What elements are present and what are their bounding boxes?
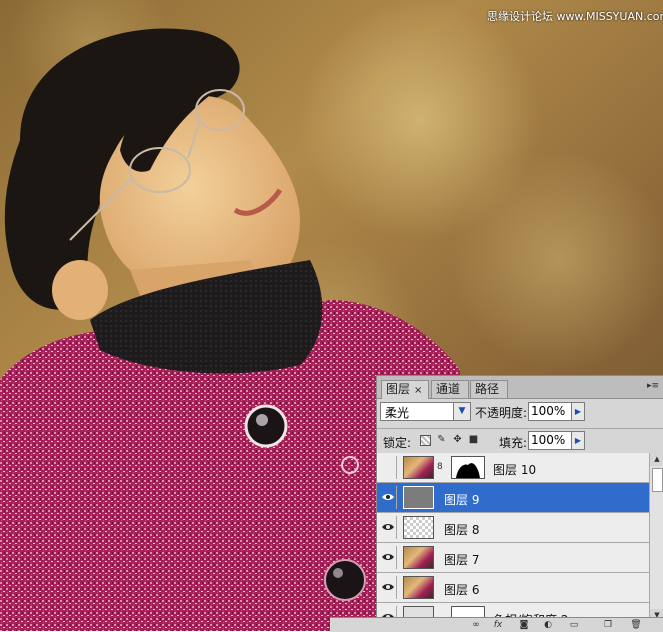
lock-transparent-icon[interactable]	[420, 435, 431, 446]
blend-row: 柔光 ▼ 不透明度: 100% ▶	[377, 400, 663, 426]
lock-icon[interactable]: ■	[468, 434, 479, 445]
visibility-toggle[interactable]	[379, 546, 397, 569]
eye-icon	[382, 554, 394, 560]
lock-label: 锁定:	[383, 436, 412, 450]
watermark: 思缘设计论坛 www.MISSYUAN.com	[487, 10, 663, 23]
layer-row[interactable]: 图层 9	[377, 483, 649, 513]
layer-name: 图层 8	[444, 523, 480, 537]
scrollbar-thumb[interactable]	[652, 468, 663, 492]
visibility-toggle[interactable]	[379, 576, 397, 599]
chain-link-icon: 8	[437, 462, 443, 472]
mask-icon[interactable]: ◙	[518, 619, 530, 631]
tab-paths[interactable]: 路径	[470, 380, 508, 398]
tab-layers-label: 图层	[386, 382, 411, 396]
folder-icon[interactable]: ▭	[568, 619, 580, 631]
tab-channels[interactable]: 通道	[431, 380, 469, 398]
layer-thumbnail	[403, 546, 434, 569]
opacity-input[interactable]: 100%	[528, 402, 572, 421]
fill-input[interactable]: 100%	[528, 431, 572, 450]
close-icon[interactable]: ×	[414, 385, 422, 396]
layer-row[interactable]: 图层 6	[377, 573, 649, 603]
lock-row: 锁定: ✎ ✥ ■ 填充: 100% ▶	[377, 428, 663, 454]
layer-row[interactable]: 8 图层 10	[377, 453, 649, 483]
tab-paths-label: 路径	[475, 382, 500, 396]
tab-layers[interactable]: 图层 ×	[381, 380, 429, 399]
layer-name: 图层 7	[444, 553, 480, 567]
layers-bottom-toolbar: ∞ fx ◙ ◐ ▭ ❐ 🗑	[330, 617, 663, 632]
eye-icon	[382, 524, 394, 530]
opacity-slider-arrow-icon[interactable]: ▶	[571, 402, 585, 421]
layer-list: 8 图层 10 图层 9 图层 8 图层 7 图层 6	[377, 453, 649, 631]
trash-icon[interactable]: 🗑	[630, 619, 642, 631]
layer-mask-thumbnail[interactable]	[451, 456, 485, 479]
adjustment-icon[interactable]: ◐	[542, 619, 554, 631]
fx-icon[interactable]: fx	[492, 619, 504, 631]
panel-tabbar: 图层 × 通道 路径 ▸≡	[377, 376, 663, 399]
fill-slider-arrow-icon[interactable]: ▶	[571, 431, 585, 450]
visibility-toggle[interactable]	[379, 486, 397, 509]
layer-list-scrollbar[interactable]: ▲ ▼	[649, 453, 663, 631]
scroll-up-icon[interactable]: ▲	[650, 453, 663, 466]
eye-icon	[382, 494, 394, 500]
layer-thumbnail	[403, 486, 434, 509]
visibility-toggle[interactable]	[379, 456, 397, 479]
move-icon[interactable]: ✥	[452, 434, 463, 445]
layer-thumbnail	[403, 456, 434, 479]
panel-menu-icon[interactable]: ▸≡	[647, 381, 659, 391]
blend-mode-select[interactable]: 柔光 ▼	[380, 402, 471, 421]
layer-name: 图层 10	[493, 463, 537, 477]
fill-label: 填充:	[499, 436, 528, 450]
layer-row[interactable]: 图层 8	[377, 513, 649, 543]
new-layer-icon[interactable]: ❐	[602, 619, 614, 631]
link-icon[interactable]: ∞	[470, 619, 482, 631]
visibility-toggle[interactable]	[379, 516, 397, 539]
layer-thumbnail	[403, 516, 434, 539]
chevron-down-icon: ▼	[453, 403, 470, 420]
tab-channels-label: 通道	[436, 382, 461, 396]
layer-name: 图层 6	[444, 583, 480, 597]
opacity-label: 不透明度:	[475, 406, 528, 420]
layer-row[interactable]: 图层 7	[377, 543, 649, 573]
brush-icon[interactable]: ✎	[436, 434, 447, 445]
eye-icon	[382, 584, 394, 590]
layer-name: 图层 9	[444, 493, 480, 507]
layers-panel: 图层 × 通道 路径 ▸≡ 柔光 ▼ 不透明度: 100% ▶ 锁定: ✎ ✥ ■…	[376, 375, 663, 631]
blend-mode-value: 柔光	[385, 406, 410, 420]
layer-thumbnail	[403, 576, 434, 599]
